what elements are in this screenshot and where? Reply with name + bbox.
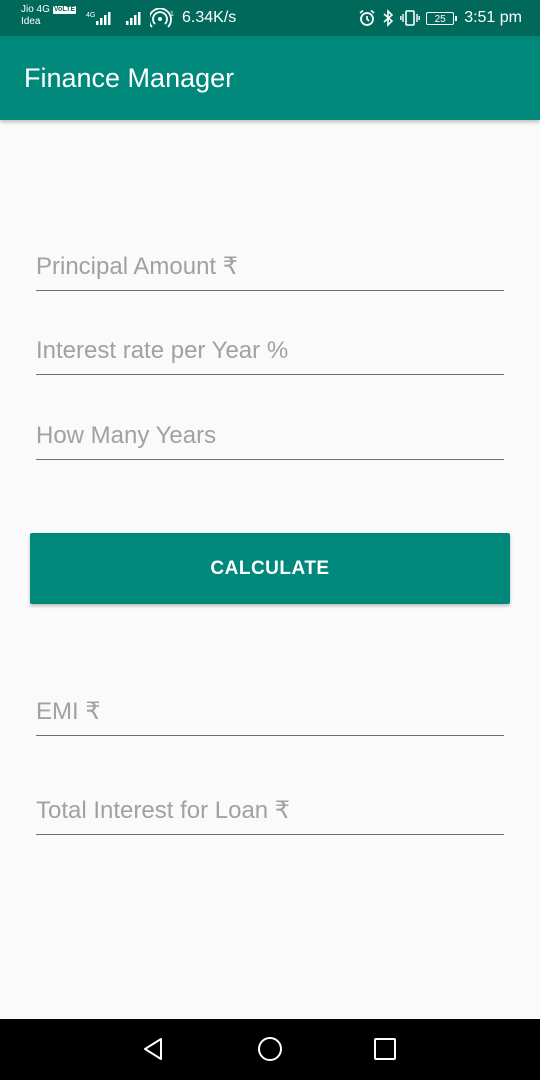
screen: Jio 4G VoLTE Idea 4G 1 6.34K/s 25 3:51 p… bbox=[0, 0, 540, 1080]
svg-text:1: 1 bbox=[170, 11, 174, 18]
network-speed: 6.34K/s bbox=[182, 9, 237, 26]
app-bar: Finance Manager bbox=[0, 36, 540, 120]
navigation-bar bbox=[0, 1019, 540, 1080]
back-button[interactable] bbox=[139, 1034, 169, 1064]
bluetooth-icon bbox=[383, 9, 394, 27]
back-icon bbox=[144, 1038, 162, 1060]
recent-apps-icon bbox=[374, 1038, 396, 1060]
svg-text:4G: 4G bbox=[86, 12, 95, 19]
emi-field[interactable] bbox=[36, 688, 504, 736]
total-interest-field[interactable] bbox=[36, 787, 504, 835]
hotspot-icon: 1 bbox=[150, 8, 174, 28]
calculate-button[interactable]: CALCULATE bbox=[30, 533, 510, 604]
alarm-icon bbox=[359, 9, 375, 26]
interest-rate-input[interactable] bbox=[36, 327, 504, 375]
app-title: Finance Manager bbox=[24, 63, 235, 93]
principal-amount-input[interactable] bbox=[36, 243, 504, 291]
home-button[interactable] bbox=[255, 1034, 285, 1064]
vibrate-icon bbox=[400, 10, 421, 26]
battery-level: 25 bbox=[434, 13, 446, 25]
carrier-info: Jio 4G VoLTE Idea bbox=[21, 4, 77, 28]
recent-apps-button[interactable] bbox=[370, 1034, 400, 1064]
clock: 3:51 pm bbox=[464, 9, 522, 26]
volte-badge: VoLTE bbox=[52, 6, 77, 14]
signal-4g-icon: 4G bbox=[86, 12, 111, 25]
carrier-primary: Jio 4G bbox=[21, 4, 50, 15]
battery-icon: 25 bbox=[426, 11, 458, 25]
home-icon bbox=[258, 1037, 282, 1061]
status-bar: Jio 4G VoLTE Idea 4G 1 6.34K/s 25 3:51 p… bbox=[0, 0, 540, 36]
years-input[interactable] bbox=[36, 412, 504, 460]
signal-icon bbox=[126, 12, 141, 25]
status-icons: 25 3:51 pm bbox=[358, 8, 522, 28]
carrier-secondary: Idea bbox=[21, 16, 41, 27]
